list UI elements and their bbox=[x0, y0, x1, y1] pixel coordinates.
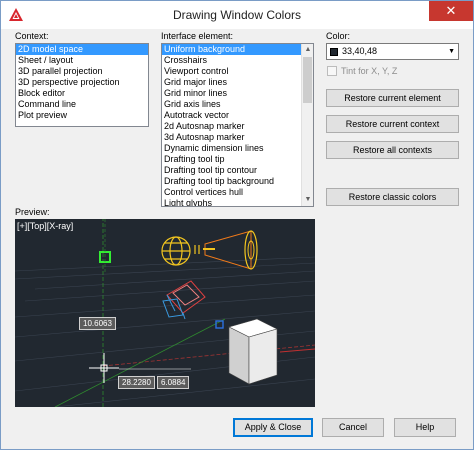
cancel-button[interactable]: Cancel bbox=[322, 418, 384, 437]
interface-list-item[interactable]: 2d Autosnap marker bbox=[162, 121, 313, 132]
interface-element-list[interactable]: Uniform background Crosshairs Viewport con… bbox=[161, 43, 314, 207]
restore-classic-colors-button[interactable]: Restore classic colors bbox=[326, 188, 459, 206]
close-button[interactable]: ✕ bbox=[429, 1, 473, 21]
interface-list-item[interactable]: Drafting tool tip bbox=[162, 154, 313, 165]
interface-list-item-items: Uniform background Crosshairs Viewport con… bbox=[162, 44, 313, 206]
context-list-item[interactable]: 2D model space bbox=[16, 44, 148, 55]
context-list-item[interactable]: Command line bbox=[16, 99, 148, 110]
context-list-item[interactable]: Plot preview bbox=[16, 110, 148, 121]
interface-list-item[interactable]: Viewport control bbox=[162, 66, 313, 77]
crosshair-cursor bbox=[89, 353, 119, 383]
context-list-item[interactable]: Block editor bbox=[16, 88, 148, 99]
camera-glyph bbox=[162, 280, 206, 320]
scroll-thumb[interactable] bbox=[303, 57, 312, 103]
color-dropdown[interactable]: 33,40,48 ▼ bbox=[326, 43, 459, 60]
color-label: Color: bbox=[326, 31, 351, 41]
interface-list-item[interactable]: Control vertices hull bbox=[162, 187, 313, 198]
interface-list-scrollbar[interactable]: ▲ ▼ bbox=[301, 44, 313, 206]
context-list-item[interactable]: 3D perspective projection bbox=[16, 77, 148, 88]
interface-list-item[interactable]: Grid major lines bbox=[162, 77, 313, 88]
scroll-down-icon[interactable]: ▼ bbox=[302, 194, 313, 206]
close-icon: ✕ bbox=[445, 3, 457, 18]
color-swatch bbox=[330, 48, 338, 56]
apply-close-button[interactable]: Apply & Close bbox=[233, 418, 313, 437]
viewport-control-label: [+][Top][X-ray] bbox=[17, 221, 74, 231]
help-button[interactable]: Help bbox=[394, 418, 456, 437]
interface-list-item[interactable]: Drafting tool tip contour bbox=[162, 165, 313, 176]
spotlight-glyph bbox=[194, 230, 258, 270]
context-list-item[interactable]: 3D parallel projection bbox=[16, 66, 148, 77]
title-bar: Drawing Window Colors ✕ bbox=[1, 1, 473, 29]
restore-current-context-button[interactable]: Restore current context bbox=[326, 115, 459, 133]
interface-list-item[interactable]: Grid axis lines bbox=[162, 99, 313, 110]
interface-list-item[interactable]: Dynamic dimension lines bbox=[162, 143, 313, 154]
interface-list-item[interactable]: Autotrack vector bbox=[162, 110, 313, 121]
interface-list-item[interactable]: Light glyphs bbox=[162, 198, 313, 206]
dynamic-dimension-1: 10.6063 bbox=[79, 317, 116, 330]
restore-all-contexts-button[interactable]: Restore all contexts bbox=[326, 141, 459, 159]
chevron-down-icon: ▼ bbox=[448, 48, 455, 55]
green-diag-line bbox=[54, 318, 226, 407]
interface-list-item[interactable]: 3d Autosnap marker bbox=[162, 132, 313, 143]
context-list[interactable]: 2D model space Sheet / layout 3D parallel … bbox=[15, 43, 149, 127]
preview-viewport: [+][Top][X-ray] 10.6063 28.2280 6.0884 bbox=[15, 219, 315, 407]
interface-element-label: Interface element: bbox=[161, 31, 234, 41]
restore-current-element-button[interactable]: Restore current element bbox=[326, 89, 459, 107]
color-value: 33,40,48 bbox=[342, 46, 378, 56]
x-axis-line bbox=[102, 344, 315, 367]
interface-list-item[interactable]: Uniform background bbox=[162, 44, 313, 55]
context-list-item[interactable]: Sheet / layout bbox=[16, 55, 148, 66]
window-title: Drawing Window Colors bbox=[172, 8, 302, 22]
red-line bbox=[279, 348, 315, 353]
context-label: Context: bbox=[15, 31, 49, 41]
interface-list-item[interactable]: Drafting tool tip background bbox=[162, 176, 313, 187]
context-list-item-items: 2D model space Sheet / layout 3D parallel … bbox=[16, 44, 148, 121]
interface-list-item[interactable]: Grid minor lines bbox=[162, 88, 313, 99]
3d-box bbox=[228, 318, 278, 385]
scroll-up-icon[interactable]: ▲ bbox=[302, 44, 313, 56]
interface-list-item[interactable]: Crosshairs bbox=[162, 55, 313, 66]
dynamic-dimension-2: 28.2280 bbox=[118, 376, 155, 389]
preview-label: Preview: bbox=[15, 207, 50, 217]
tint-label: Tint for X, Y, Z bbox=[341, 66, 398, 76]
dynamic-dimension-3: 6.0884 bbox=[157, 376, 190, 389]
drawing-window-colors-dialog: Drawing Window Colors ✕ Context: 2D mode… bbox=[0, 0, 474, 450]
tint-checkbox[interactable] bbox=[327, 66, 337, 76]
light-glyph bbox=[161, 236, 191, 266]
